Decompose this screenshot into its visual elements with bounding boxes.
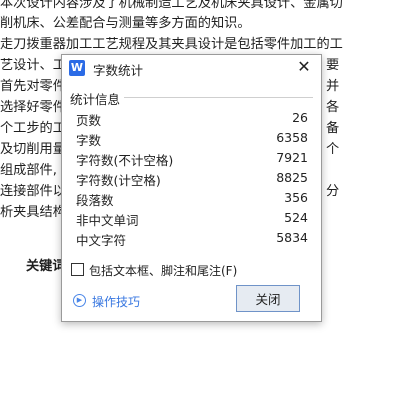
doc-line-fragment: 个 bbox=[326, 142, 340, 157]
stat-row-words: 字数 6358 bbox=[76, 128, 308, 148]
doc-line: 析夹具结构 bbox=[0, 205, 66, 220]
stat-value: 356 bbox=[284, 190, 308, 205]
group-divider bbox=[124, 97, 313, 98]
doc-line: 组成部件, bbox=[0, 163, 57, 178]
doc-line: 及切削用量 bbox=[0, 142, 66, 157]
close-icon[interactable]: ✕ bbox=[295, 58, 313, 76]
include-textbox-checkbox[interactable] bbox=[71, 263, 84, 276]
doc-line: 连接部件以 bbox=[0, 184, 66, 199]
doc-line: 个工步的工 bbox=[0, 121, 66, 136]
wps-writer-icon: W bbox=[69, 60, 85, 76]
stat-label: 字符数(计空格) bbox=[76, 173, 161, 188]
close-button[interactable]: 关闭 bbox=[236, 285, 300, 312]
doc-line-fragment: 要 bbox=[326, 58, 340, 73]
doc-line: 本次设计内容涉及了机械制造工艺及机床夹具设计、金属切 bbox=[0, 0, 343, 11]
stat-label: 字数 bbox=[76, 133, 102, 148]
doc-line-fragment: 并 bbox=[326, 79, 340, 94]
stat-row-chinese-chars: 中文字符 5834 bbox=[76, 228, 308, 248]
doc-line: 削机床、公差配合与测量等多方面的知识。 bbox=[0, 16, 251, 31]
doc-line: 选择好零件 bbox=[0, 100, 66, 115]
group-label: 统计信息 bbox=[70, 92, 121, 107]
stat-label: 中文字符 bbox=[76, 233, 127, 248]
stats-list: 页数 26 字数 6358 字符数(不计空格) 7921 字符数(计空格) 88… bbox=[76, 108, 308, 248]
tips-label[interactable]: 操作技巧 bbox=[92, 293, 140, 310]
doc-line-fragment: 备 bbox=[326, 121, 340, 136]
dialog-titlebar[interactable]: W 字数统计 ✕ bbox=[62, 55, 321, 81]
stat-value: 524 bbox=[284, 210, 308, 225]
stat-value: 26 bbox=[292, 110, 308, 125]
stat-label: 段落数 bbox=[76, 193, 114, 208]
keywords-label: 关键词 bbox=[26, 259, 66, 274]
stat-row-paragraphs: 段落数 356 bbox=[76, 188, 308, 208]
doc-line: 走刀拨重器加工工艺规程及其夹具设计是包括零件加工的工 bbox=[0, 37, 343, 52]
stat-label: 字符数(不计空格) bbox=[76, 153, 174, 168]
stat-label: 页数 bbox=[76, 113, 102, 128]
doc-line-fragment: 各 bbox=[326, 100, 340, 115]
doc-line: 首先对零件 bbox=[0, 79, 66, 94]
word-count-dialog: W 字数统计 ✕ 统计信息 页数 26 字数 6358 字符数(不计空格) 79… bbox=[61, 54, 322, 322]
stat-value: 8825 bbox=[276, 170, 308, 185]
doc-line: 艺设计、工 bbox=[0, 58, 66, 73]
stat-value: 7921 bbox=[276, 150, 308, 165]
stat-row-non-chinese-words: 非中文单词 524 bbox=[76, 208, 308, 228]
stat-row-chars-no-spaces: 字符数(不计空格) 7921 bbox=[76, 148, 308, 168]
stat-value: 6358 bbox=[276, 130, 308, 145]
dialog-title: 字数统计 bbox=[93, 63, 144, 78]
stat-label: 非中文单词 bbox=[76, 213, 139, 228]
play-circle-icon: ▶ bbox=[73, 294, 86, 307]
stat-value: 5834 bbox=[276, 230, 308, 245]
stat-row-pages: 页数 26 bbox=[76, 108, 308, 128]
doc-line-fragment: 分 bbox=[326, 184, 340, 199]
stat-row-chars-with-spaces: 字符数(计空格) 8825 bbox=[76, 168, 308, 188]
include-textbox-label[interactable]: 包括文本框、脚注和尾注(F) bbox=[89, 262, 237, 279]
